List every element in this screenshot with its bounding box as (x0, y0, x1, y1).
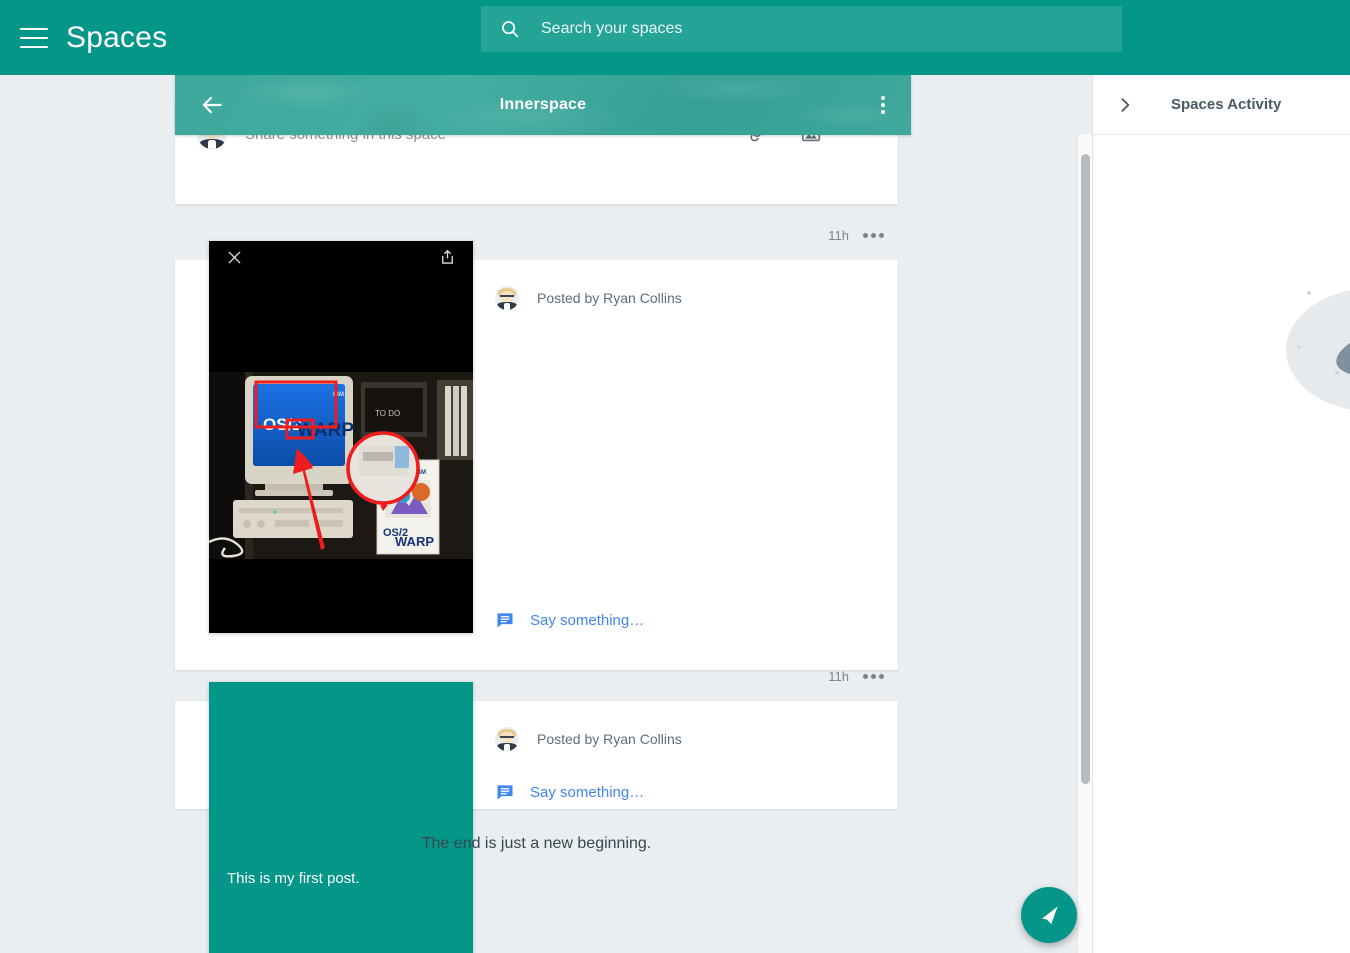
empty-state-title: No activity yet (1093, 400, 1350, 420)
send-icon (1041, 906, 1058, 925)
comment-cta-label: Say something… (530, 611, 645, 629)
avatar (495, 727, 519, 751)
post-author-row: Posted by Ryan Collins (495, 727, 898, 751)
search-icon (499, 18, 521, 40)
activity-panel-header[interactable]: Spaces Activity (1093, 75, 1350, 135)
search-input[interactable] (541, 6, 1122, 52)
comment-cta[interactable]: Say something… (495, 610, 898, 630)
feed-end-message: The end is just a new beginning. (421, 835, 652, 852)
svg-text:TO DO: TO DO (375, 409, 400, 418)
comment-cta-label: Say something… (530, 783, 645, 801)
post-meta: 11h (828, 669, 884, 684)
post-media-photo[interactable]: TO DO IBM OS/2 WARP IBM OS/2 WARP (209, 241, 473, 633)
post-timestamp: 11h (828, 228, 849, 243)
search-bar[interactable] (481, 6, 1122, 52)
photo-overlay-bar (209, 241, 473, 279)
svg-text:WARP: WARP (395, 534, 434, 549)
feed-scroll-area[interactable]: Share something in this space (0, 75, 1092, 953)
feed-scrollbar-track[interactable] (1077, 134, 1092, 953)
post-media-text[interactable]: This is my first post. (209, 682, 473, 953)
feed-column: Share something in this space (0, 75, 1092, 953)
more-vert-icon[interactable] (881, 96, 885, 114)
post-text-tile-label: This is my first post. (227, 869, 360, 887)
space-title: Innerspace (499, 96, 587, 113)
top-app-bar: Spaces (0, 0, 1350, 75)
chevron-right-icon[interactable] (1115, 95, 1135, 115)
activity-panel-title: Spaces Activity (1171, 96, 1282, 113)
photo-content: TO DO IBM OS/2 WARP IBM OS/2 WARP (209, 372, 473, 559)
close-icon[interactable] (225, 248, 244, 272)
svg-text:OS/2: OS/2 (263, 415, 302, 434)
hamburger-icon[interactable] (20, 27, 48, 48)
post-card[interactable]: 11h This is my first post. Posted by Rya… (175, 669, 898, 953)
space-header: Innerspace (175, 75, 911, 135)
post-author-name: Posted by Ryan Collins (537, 290, 682, 306)
post-author-name: Posted by Ryan Collins (537, 731, 682, 747)
comment-cta[interactable]: Say something… (495, 782, 898, 802)
app-brand: Spaces (66, 20, 168, 54)
post-timestamp: 11h (828, 669, 849, 684)
activity-panel: Spaces Activity No activity yet Stay tun… (1092, 75, 1350, 953)
feed-scrollbar-thumb[interactable] (1081, 154, 1090, 784)
comment-icon (497, 613, 513, 628)
post-author-row: Posted by Ryan Collins (495, 286, 898, 310)
avatar (495, 286, 519, 310)
post-card[interactable]: 11h TO DO IBM OS/2 WARP IBM OS/2 WARP Po… (175, 228, 898, 670)
comment-icon (497, 785, 513, 800)
empty-state-subtitle: Stay tuned! Your notifications will show… (1093, 431, 1350, 446)
post-overflow-menu[interactable] (863, 674, 884, 679)
post-overflow-menu[interactable] (863, 233, 884, 238)
post-meta: 11h (828, 228, 884, 243)
activity-panel-body: No activity yet Stay tuned! Your notific… (1093, 135, 1350, 953)
new-post-fab[interactable] (1021, 887, 1077, 943)
share-upload-icon[interactable] (438, 248, 457, 272)
